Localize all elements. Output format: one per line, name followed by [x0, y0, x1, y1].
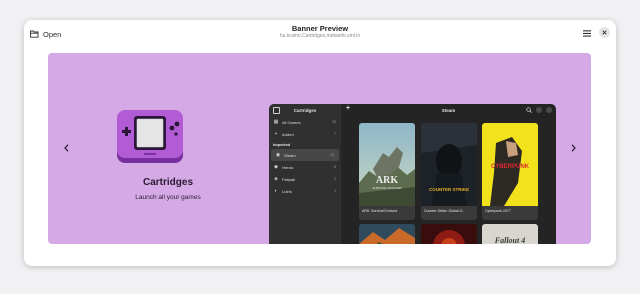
sidebar-item-label: Heroic [282, 164, 294, 170]
banner-tagline: Launch all your games [135, 194, 201, 201]
fallout-cover-title: Fallout 4 [494, 236, 525, 244]
sidebar-item-count: 2 [334, 177, 336, 181]
game-card-ark: ARK SURVIVAL EVOLVED ARK: Survival Evolv… [359, 123, 415, 220]
sidebar-item-flatpak: ◈ Flatpak 2 [269, 173, 341, 185]
sidebar-item-count: 33 [332, 120, 336, 124]
game-card-cyberpunk: CYBERPUNK Cyberpunk 2077 [482, 123, 538, 220]
sidebar-item-added: + Added 7 [269, 128, 341, 140]
game-title: ARK: Survival Evolved [362, 209, 398, 213]
header-bar: Open Banner Preview hu.kramo.Cartridges.… [24, 20, 616, 50]
ark-cover-subtitle: SURVIVAL EVOLVED [372, 186, 402, 190]
sidebar-item-heroic: ◆ Heroic 6 [269, 161, 341, 173]
game-card-fallout: Fallout 4 [482, 224, 538, 244]
ark-cover-art: ARK SURVIVAL EVOLVED [359, 123, 415, 206]
grid-icon: ▦ [273, 119, 279, 125]
window-subtitle: hu.kramo.Cartridges.metainfo.xml.in [279, 33, 361, 39]
sidebar-item-label: Added [282, 131, 294, 137]
flatpak-icon: ◈ [274, 176, 278, 182]
sidebar-item-steam: ◉ Steam 13 [271, 149, 339, 161]
banner-preview: Cartridges Launch all your games Cartrid… [48, 53, 591, 244]
sidebar-item-count: 13 [330, 153, 334, 157]
close-button[interactable] [599, 27, 610, 38]
search-icon [526, 107, 532, 113]
hamburger-menu-icon [583, 29, 591, 37]
game-title: Cyberpunk 2077 [485, 209, 511, 213]
game-card-row2-1 [359, 224, 415, 244]
screenshot-sidebar: Cartridges ▦ All Games 33 + Added 7 Impo… [269, 104, 341, 244]
lutris-icon: ◐ [274, 188, 278, 194]
cartridges-app-icon [117, 110, 183, 163]
game-card-counter-strike: COUNTER STRIKE Counter-Strike: Global O.… [421, 123, 477, 220]
cyberpunk-cover-title: CYBERPUNK [491, 164, 530, 170]
sidebar-item-all-games: ▦ All Games 33 [269, 116, 341, 128]
game-cover-art [421, 224, 477, 244]
banner-preview-window: Open Banner Preview hu.kramo.Cartridges.… [24, 20, 616, 266]
add-game-icon: + [346, 105, 351, 112]
screenshot-main-title: Steam [441, 107, 456, 113]
game-title: Counter-Strike: Global O... [424, 209, 466, 213]
screenshot-main-header: + Steam [341, 104, 556, 116]
sidebar-item-label: Flatpak [282, 176, 296, 182]
previous-screenshot-button[interactable] [60, 140, 72, 156]
close-icon [602, 30, 607, 35]
sort-menu-icon [536, 107, 542, 113]
fallout-cover-art: Fallout 4 [482, 224, 538, 244]
chevron-left-icon [63, 144, 68, 152]
game-cover-art [359, 224, 415, 244]
steam-icon: ◉ [275, 152, 281, 158]
main-menu-button[interactable] [580, 26, 594, 40]
plus-icon: + [274, 131, 278, 137]
sidebar-item-lutris: ◐ Lutris 1 [269, 185, 341, 197]
sidebar-toggle-icon [273, 107, 280, 114]
sidebar-item-count: 6 [334, 165, 336, 169]
sidebar-item-label: Lutris [282, 188, 292, 194]
sidebar-section-imported: Imported [273, 142, 291, 147]
ark-cover-title: ARK [376, 175, 398, 186]
sidebar-header: Cartridges [269, 104, 341, 116]
heroic-icon: ◆ [274, 164, 278, 170]
sidebar-item-label: Steam [284, 152, 296, 158]
window-title: Banner Preview [291, 24, 349, 33]
screenshot-close-icon [546, 107, 552, 113]
sidebar-item-count: 7 [334, 132, 336, 136]
csgo-cover-art: COUNTER STRIKE [421, 123, 477, 206]
game-card-row2-2 [421, 224, 477, 244]
window-title-block: Banner Preview hu.kramo.Cartridges.metai… [24, 24, 616, 40]
sidebar-item-count: 1 [334, 189, 336, 193]
sidebar-item-label: All Games [282, 119, 301, 125]
chevron-right-icon [571, 144, 576, 152]
next-screenshot-button[interactable] [567, 140, 579, 156]
cyberpunk-cover-art: CYBERPUNK [482, 123, 538, 206]
csgo-cover-title: COUNTER STRIKE [429, 187, 469, 192]
banner-app-name: Cartridges [142, 177, 193, 188]
sidebar-title: Cartridges [293, 107, 317, 113]
app-screenshot: Cartridges ▦ All Games 33 + Added 7 Impo… [269, 104, 556, 244]
